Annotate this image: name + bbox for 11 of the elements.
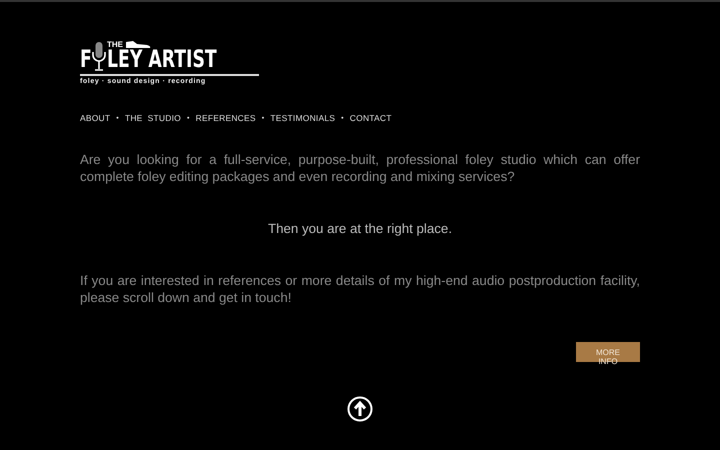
nav-link[interactable]: ABOUT	[80, 113, 110, 123]
intro-paragraph: Are you looking for a full-service, purpose-built, professional foley studio which can offer complete foley editing packages and even recording and mixing services?	[80, 151, 640, 185]
nav-link[interactable]: REFERENCES	[196, 113, 256, 123]
logo-small-text: THE	[107, 40, 123, 49]
nav-link[interactable]: TESTIMONIALS	[270, 113, 336, 123]
details-paragraph: If you are interested in references or more details of my high-end audio postproduction facility, please scroll down and get in touch!	[80, 272, 640, 306]
logo-text: LEY ARTIST	[107, 47, 217, 71]
logo-letter: F	[80, 47, 89, 71]
tagline-text: Then you are at the right place.	[266, 221, 454, 236]
nav-link[interactable]: THE STUDIO	[124, 113, 181, 123]
nav-link[interactable]: CONTACT	[350, 113, 392, 123]
